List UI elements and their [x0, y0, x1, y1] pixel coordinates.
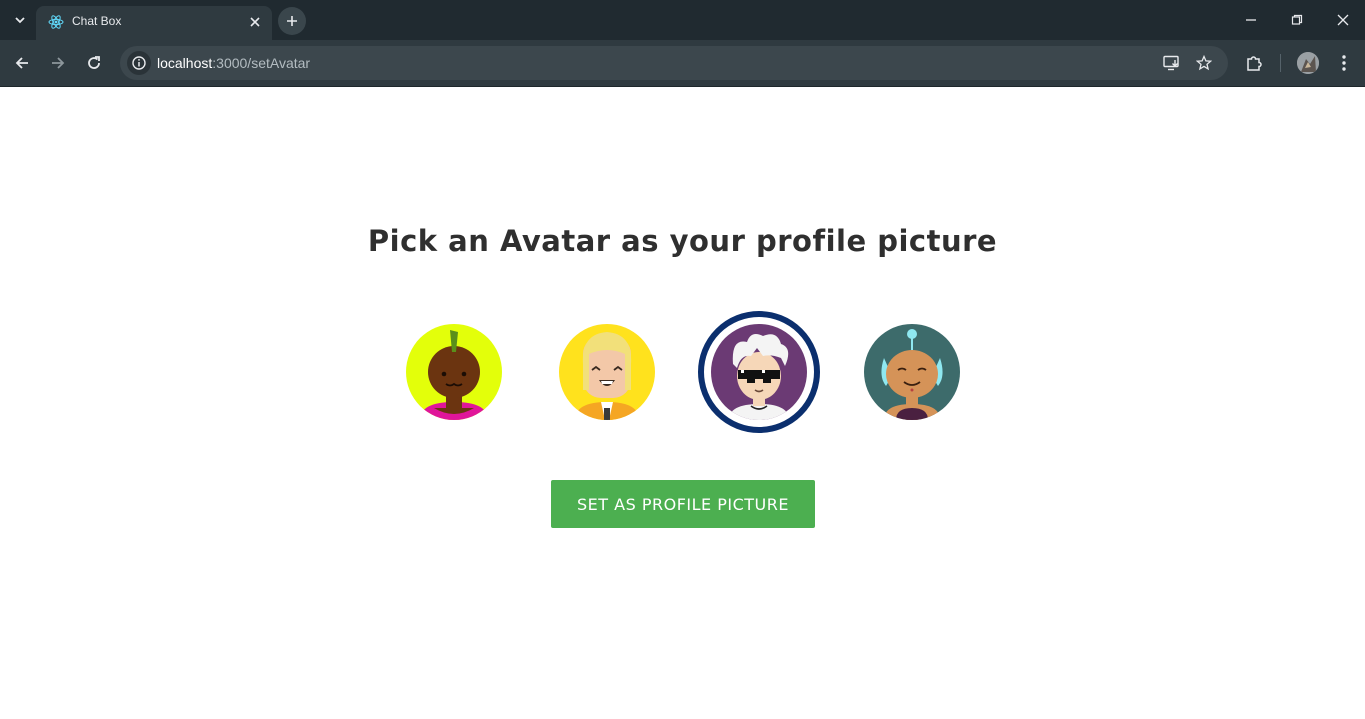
avatar-option-1[interactable] [393, 311, 515, 433]
browser-tab-bar: Chat Box [0, 0, 1365, 40]
reload-icon[interactable] [81, 50, 107, 76]
set-profile-picture-button[interactable]: SET AS PROFILE PICTURE [551, 480, 815, 528]
new-tab-button[interactable] [278, 7, 306, 35]
browser-tab[interactable]: Chat Box [36, 6, 272, 40]
avatar-character-3-icon [711, 324, 807, 420]
tab-search-icon[interactable] [8, 8, 32, 32]
url-path: :3000/setAvatar [212, 55, 311, 71]
install-app-icon[interactable] [1161, 52, 1183, 74]
avatar-character-1-icon [406, 324, 502, 420]
react-favicon-icon [48, 14, 64, 30]
avatar-character-2-icon [559, 324, 655, 420]
browser-toolbar: localhost:3000/setAvatar [0, 40, 1365, 87]
extensions-puzzle-icon[interactable] [1242, 51, 1266, 75]
toolbar-divider [1280, 54, 1281, 72]
page-title: Pick an Avatar as your profile picture [367, 224, 998, 258]
minimize-icon[interactable] [1239, 8, 1263, 32]
back-arrow-icon[interactable] [9, 50, 35, 76]
site-info-icon[interactable] [127, 51, 151, 75]
url-text[interactable]: localhost:3000/setAvatar [157, 55, 310, 71]
set-avatar-page: Pick an Avatar as your profile picture S… [0, 88, 1365, 719]
avatar-option-2[interactable] [546, 311, 668, 433]
avatar-option-3[interactable] [698, 311, 820, 433]
avatar-option-4[interactable] [851, 311, 973, 433]
close-window-icon[interactable] [1331, 8, 1355, 32]
address-bar[interactable]: localhost:3000/setAvatar [120, 46, 1228, 80]
more-menu-icon[interactable] [1332, 51, 1356, 75]
restore-icon[interactable] [1285, 8, 1309, 32]
avatar-options [0, 311, 1365, 433]
avatar-character-4-icon [864, 324, 960, 420]
url-host: localhost [157, 55, 213, 71]
bookmark-star-icon[interactable] [1193, 52, 1215, 74]
tab-close-icon[interactable] [246, 13, 264, 31]
forward-arrow-icon[interactable] [45, 50, 71, 76]
profile-avatar-icon[interactable] [1297, 52, 1319, 74]
tab-title: Chat Box [72, 14, 122, 28]
